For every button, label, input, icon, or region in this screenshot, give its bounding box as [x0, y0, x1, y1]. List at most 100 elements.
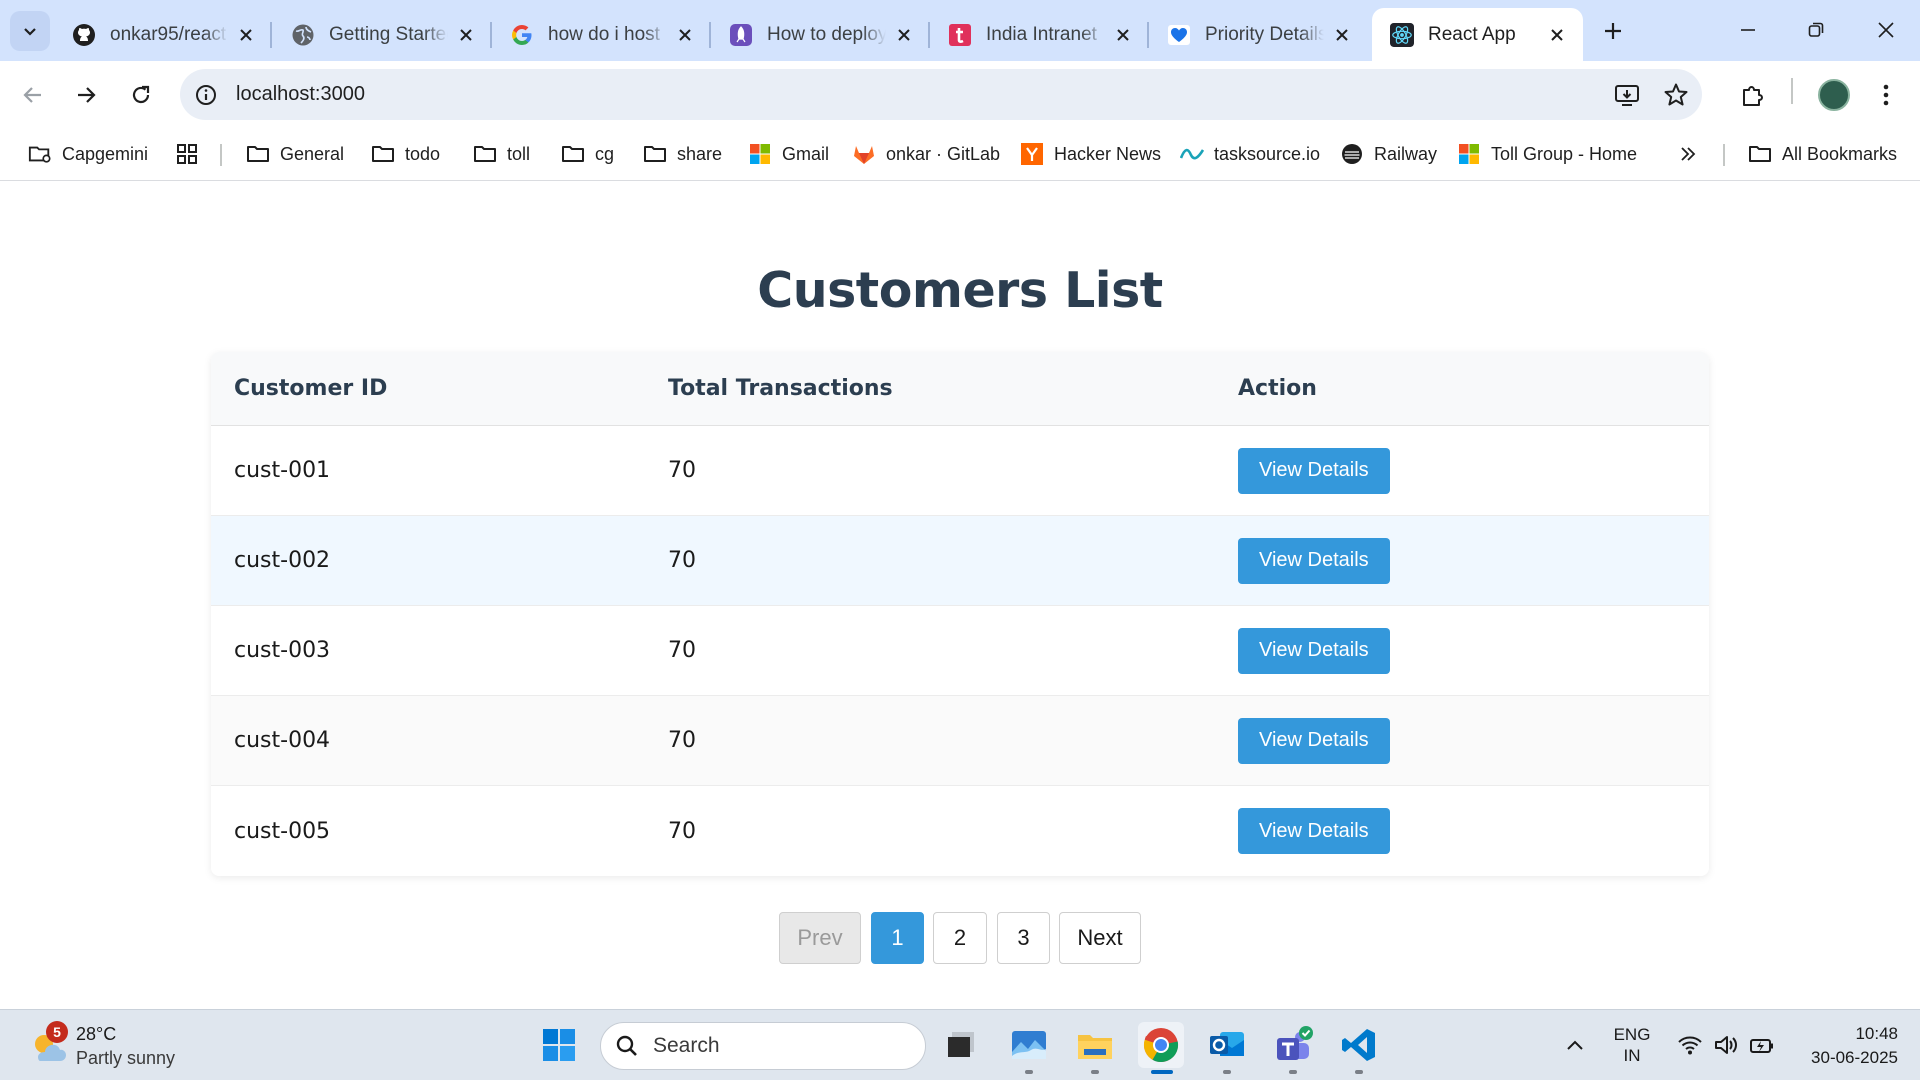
- back-button[interactable]: [13, 75, 53, 115]
- bookmark-label: tasksource.io: [1214, 143, 1321, 164]
- system-clock[interactable]: 10:48 30-06-2025: [1786, 1022, 1898, 1070]
- url-text[interactable]: localhost:3000: [236, 83, 365, 106]
- page-title: Customers List: [757, 262, 1163, 319]
- weather-widget[interactable]: 5 28°C Partly sunny: [26, 1018, 246, 1074]
- taskbar-outlook[interactable]: [1204, 1022, 1250, 1074]
- tab-search-button[interactable]: [10, 11, 50, 51]
- site-info-icon[interactable]: [192, 81, 220, 109]
- bookmark-label: onkar · GitLab: [886, 143, 1001, 164]
- view-details-button[interactable]: View Details: [1238, 717, 1390, 764]
- close-icon[interactable]: [673, 23, 697, 47]
- page-button-1[interactable]: 1: [871, 912, 924, 964]
- view-details-button[interactable]: View Details: [1238, 808, 1390, 854]
- column-header-action: Action: [1238, 376, 1317, 401]
- customer-id-cell: cust-002: [234, 548, 331, 573]
- view-details-button[interactable]: View Details: [1238, 627, 1390, 674]
- language-indicator[interactable]: ENG IN: [1610, 1024, 1654, 1066]
- taskbar-chrome[interactable]: [1138, 1022, 1184, 1074]
- extensions-button[interactable]: [1733, 75, 1773, 115]
- tasksource-icon: [1180, 142, 1204, 166]
- bookmark-folder-general[interactable]: General: [246, 138, 344, 170]
- bookmark-folder-todo[interactable]: todo: [371, 138, 440, 170]
- bookmark-gmail[interactable]: Gmail: [748, 138, 829, 170]
- close-icon[interactable]: [892, 23, 916, 47]
- bookmark-folder-cg[interactable]: cg: [561, 138, 614, 170]
- forward-button[interactable]: [66, 75, 106, 115]
- action-cell: View Details: [1238, 516, 1390, 605]
- minimize-button[interactable]: [1726, 10, 1770, 50]
- new-tab-button[interactable]: [1597, 15, 1629, 47]
- page-button-2[interactable]: 2: [933, 912, 987, 964]
- tab-google-search[interactable]: how do i host: [492, 8, 711, 61]
- bookmark-label: Capgemini: [62, 143, 149, 164]
- chevron-double-right-icon: [1676, 142, 1700, 166]
- close-icon[interactable]: [234, 23, 258, 47]
- taskbar-vscode[interactable]: [1336, 1022, 1382, 1074]
- start-button[interactable]: [536, 1022, 582, 1068]
- battery-status[interactable]: [1746, 1020, 1778, 1070]
- more-bookmarks-button[interactable]: [1676, 138, 1710, 170]
- running-indicator: [1289, 1070, 1297, 1074]
- battery-charging-icon: [1750, 1039, 1773, 1053]
- menu-button[interactable]: [1866, 75, 1906, 115]
- bookmark-gitlab[interactable]: onkar · GitLab: [852, 138, 1000, 170]
- close-icon[interactable]: [454, 23, 478, 47]
- restore-button[interactable]: [1794, 10, 1838, 50]
- weather-alert-badge: 5: [46, 1021, 68, 1043]
- taskbar-task-view[interactable]: [938, 1022, 984, 1068]
- folder-icon: [561, 142, 585, 166]
- globe-icon: [291, 23, 315, 47]
- wifi-status[interactable]: [1674, 1020, 1706, 1070]
- bookmark-hacker-news[interactable]: Hacker News: [1020, 138, 1161, 170]
- tab-title: React App: [1428, 23, 1516, 45]
- bookmark-capgemini[interactable]: Capgemini: [28, 138, 148, 170]
- bookmark-toll-group[interactable]: Toll Group - Home: [1457, 138, 1637, 170]
- reload-button[interactable]: [121, 75, 161, 115]
- close-icon: [1878, 22, 1894, 38]
- customers-table: Customer ID Total Transactions Action cu…: [211, 352, 1709, 876]
- action-cell: View Details: [1238, 426, 1390, 515]
- bookmark-tasksource[interactable]: tasksource.io: [1180, 138, 1320, 170]
- close-icon[interactable]: [1330, 23, 1354, 47]
- folder-gear-icon: [28, 142, 52, 166]
- tab-how-to-deploy[interactable]: How to deploy: [711, 8, 930, 61]
- tab-priority-details[interactable]: Priority Details: [1149, 8, 1368, 61]
- tab-getting-started[interactable]: Getting Started: [273, 8, 492, 61]
- view-details-button[interactable]: View Details: [1238, 537, 1390, 584]
- tab-github[interactable]: onkar95/react: [54, 8, 272, 61]
- prev-page-button[interactable]: Prev: [779, 912, 861, 964]
- bookmark-apps[interactable]: [175, 138, 209, 170]
- arrow-right-icon: [78, 87, 96, 103]
- plus-icon: [1605, 23, 1621, 39]
- tab-india-intranet[interactable]: India Intranet: [930, 8, 1149, 61]
- taskbar-file-explorer[interactable]: [1072, 1022, 1118, 1074]
- bookmark-railway[interactable]: Railway: [1340, 138, 1437, 170]
- bookmark-star-icon[interactable]: [1660, 79, 1692, 111]
- running-indicator: [1091, 1070, 1099, 1074]
- transactions-cell: 70: [668, 818, 696, 844]
- bookmark-folder-share[interactable]: share: [643, 138, 722, 170]
- view-details-button[interactable]: View Details: [1238, 447, 1390, 494]
- bookmark-folder-toll[interactable]: toll: [473, 138, 530, 170]
- close-icon[interactable]: [1111, 23, 1135, 47]
- tab-react-app[interactable]: React App: [1372, 8, 1583, 61]
- all-bookmarks-button[interactable]: All Bookmarks: [1748, 138, 1897, 170]
- tab-title: Priority Details: [1205, 23, 1324, 45]
- close-window-button[interactable]: [1864, 10, 1908, 50]
- profile-avatar[interactable]: [1818, 79, 1850, 111]
- file-explorer-icon: [1078, 1035, 1112, 1059]
- show-hidden-icons-button[interactable]: [1560, 1020, 1590, 1070]
- install-app-icon[interactable]: [1611, 79, 1643, 111]
- address-bar[interactable]: localhost:3000: [180, 69, 1702, 120]
- taskbar-photos[interactable]: [1006, 1022, 1052, 1074]
- windows-icon: [543, 1029, 575, 1061]
- page-button-3[interactable]: 3: [997, 912, 1050, 964]
- volume-status[interactable]: [1710, 1020, 1742, 1070]
- bookmark-label: todo: [405, 143, 441, 164]
- taskbar-search[interactable]: Search: [600, 1022, 926, 1070]
- close-icon[interactable]: [1545, 23, 1569, 47]
- taskbar: 5 28°C Partly sunny Search ENG IN 10:48 …: [0, 1009, 1920, 1080]
- next-page-button[interactable]: Next: [1059, 912, 1141, 964]
- tab-title: How to deploy: [767, 23, 886, 45]
- taskbar-teams[interactable]: [1270, 1022, 1316, 1074]
